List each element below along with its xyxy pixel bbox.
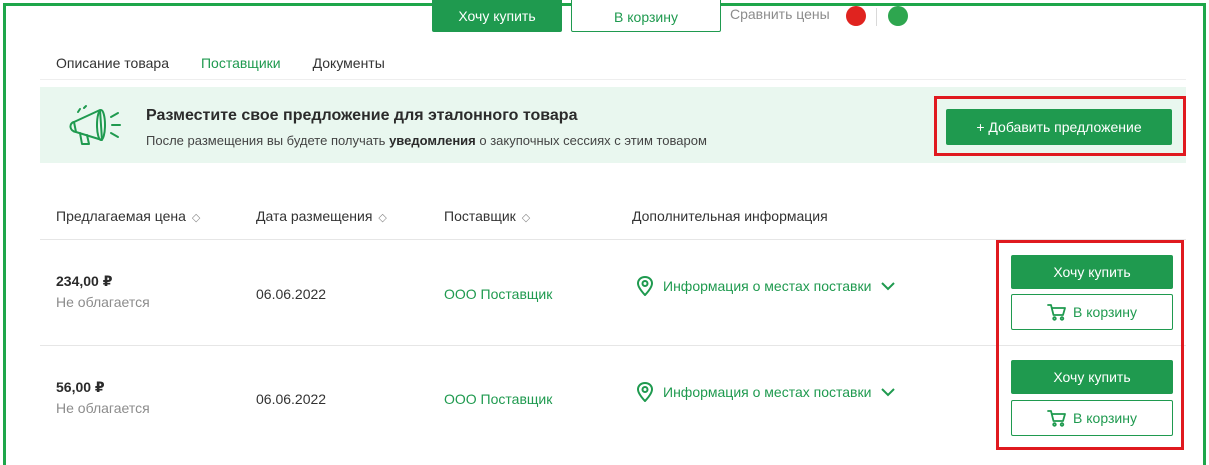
column-header-date[interactable]: Дата размещения ◇: [256, 208, 387, 224]
compare-prices-link[interactable]: Сравнить цены: [730, 6, 830, 22]
sort-icon: ◇: [378, 212, 387, 224]
delivery-info-label: Информация о местах поставки: [663, 384, 872, 400]
toolbar-divider: [876, 8, 877, 26]
location-pin-icon: [637, 382, 653, 402]
column-header-price[interactable]: Предлагаемая цена ◇: [56, 208, 200, 224]
actions-highlight: [996, 240, 1184, 450]
top-buy-button[interactable]: Хочу купить: [432, 0, 562, 32]
top-cart-button[interactable]: В корзину: [571, 0, 721, 32]
row-price: 234,00 ₽: [56, 273, 113, 289]
banner-title: Разместите свое предложение для эталонно…: [146, 107, 578, 124]
column-header-supplier[interactable]: Поставщик ◇: [444, 208, 530, 224]
row-date: 06.06.2022: [256, 286, 327, 302]
row-supplier-link[interactable]: ООО Поставщик: [444, 391, 552, 407]
row-tax: Не облагается: [56, 294, 150, 310]
row-supplier-link[interactable]: ООО Поставщик: [444, 286, 552, 302]
delivery-info-label: Информация о местах поставки: [663, 278, 872, 294]
banner-subtitle-bold: уведомления: [389, 133, 476, 148]
tab-documents[interactable]: Документы: [313, 55, 385, 71]
tab-description[interactable]: Описание товара: [56, 55, 169, 71]
row-price: 56,00 ₽: [56, 379, 105, 395]
add-offer-button[interactable]: + Добавить предложение: [946, 109, 1172, 145]
chevron-down-icon: [881, 282, 896, 291]
row-tax: Не облагается: [56, 400, 150, 416]
row-date: 06.06.2022: [256, 391, 327, 407]
green-circle-icon[interactable]: [888, 6, 908, 26]
chevron-down-icon: [881, 388, 896, 397]
row-delivery-info[interactable]: Информация о местах поставки: [637, 276, 896, 296]
banner-subtitle: После размещения вы будете получать увед…: [146, 133, 707, 148]
megaphone-icon: [69, 105, 121, 145]
tabs-divider: [40, 79, 1186, 80]
tab-suppliers[interactable]: Поставщики: [201, 55, 281, 71]
yandex-icon[interactable]: [846, 6, 866, 26]
sort-icon: ◇: [521, 212, 531, 224]
product-tabs: Описание товара Поставщики Документы: [56, 55, 385, 71]
sort-icon: ◇: [191, 212, 201, 224]
location-pin-icon: [637, 276, 653, 296]
top-toolbar: Хочу купить В корзину Сравнить цены: [0, 0, 1209, 34]
column-header-info: Дополнительная информация: [632, 208, 828, 224]
row-delivery-info[interactable]: Информация о местах поставки: [637, 382, 896, 402]
